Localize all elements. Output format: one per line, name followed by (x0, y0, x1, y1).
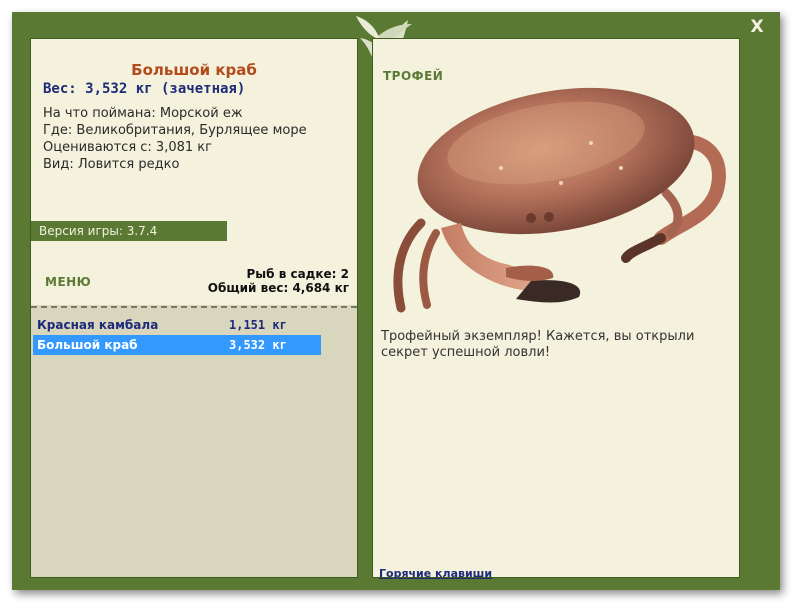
fish-details: На что поймана: Морской еж Где: Великобр… (43, 105, 307, 173)
menu-button[interactable]: МЕНЮ (45, 275, 91, 289)
catch-list: Красная камбала 1,151 кг Большой краб 3,… (33, 315, 321, 355)
catch-weight: 3,532 кг (229, 338, 287, 352)
catch-row[interactable]: Красная камбала 1,151 кг (33, 315, 321, 335)
dashed-divider (31, 306, 357, 308)
close-button[interactable]: X (748, 18, 766, 36)
keep-stats: Рыб в садке: 2 Общий вес: 4,684 кг (208, 267, 349, 295)
trophy-text: Трофейный экземпляр! Кажется, вы открыли… (381, 329, 695, 360)
version-bar: Версия игры: 3.7.4 (31, 221, 227, 241)
location-line: Где: Великобритания, Бурлящее море (43, 123, 307, 138)
catch-name: Большой краб (37, 338, 138, 352)
catch-row-selected[interactable]: Большой краб 3,532 кг (33, 335, 321, 355)
fishing-window: X Большой краб Вес: 3,532 кг (зачетная) … (12, 12, 780, 590)
keep-total-weight: Общий вес: 4,684 кг (207, 281, 349, 295)
bait-line: На что поймана: Морской еж (43, 106, 243, 121)
keep-count: Рыб в садке: 2 (246, 267, 350, 281)
type-line: Вид: Ловится редко (43, 157, 180, 172)
trophy-label: ТРОФЕЙ (383, 69, 444, 83)
fish-weight: Вес: 3,532 кг (зачетная) (43, 81, 246, 97)
trophy-panel: ТРОФЕЙ Трофейный экземпляр! Кажется, вы … (372, 38, 740, 580)
value-line: Оцениваются с: 3,081 кг (43, 140, 212, 155)
fish-name: Большой краб (131, 61, 257, 79)
fish-info-panel: Большой краб Вес: 3,532 кг (зачетная) На… (30, 38, 358, 578)
hotkeys-link[interactable]: Горячие клавиши (379, 567, 492, 580)
catch-name: Красная камбала (37, 318, 159, 332)
catch-weight: 1,151 кг (229, 318, 287, 332)
crab-image (393, 87, 726, 313)
